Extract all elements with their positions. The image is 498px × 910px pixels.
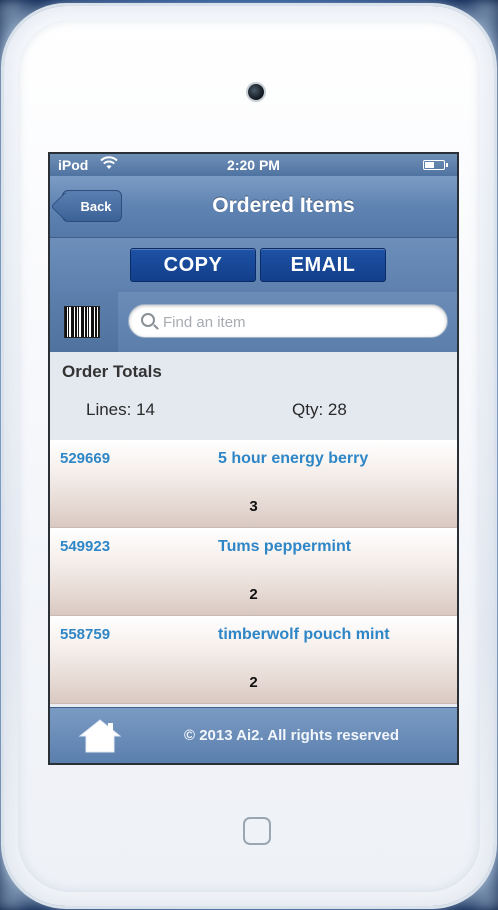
item-code: 529669: [60, 450, 111, 467]
status-bar: iPod 2:20 PM: [50, 154, 457, 176]
ordered-items-list: 529669 5 hour energy berry 3 549923 Tums…: [50, 440, 457, 704]
list-item[interactable]: 549923 Tums peppermint 2: [50, 528, 457, 616]
order-totals: Order Totals Lines: 14 Qty: 28: [50, 352, 457, 440]
list-item[interactable]: 529669 5 hour energy berry 3: [50, 440, 457, 528]
app-screen: iPod 2:20 PM Back Ordered Items COPY EMA…: [48, 152, 459, 765]
item-quantity: 2: [249, 586, 258, 603]
back-button-label: Back: [80, 198, 112, 214]
search-input[interactable]: [163, 312, 433, 332]
item-quantity: 2: [249, 674, 258, 691]
front-camera: [248, 84, 264, 100]
item-name: Tums peppermint: [218, 538, 352, 555]
order-totals-heading: Order Totals: [62, 362, 162, 381]
item-name: 5 hour energy berry: [218, 450, 369, 467]
copy-button[interactable]: COPY: [130, 248, 256, 282]
item-code: 549923: [60, 538, 111, 555]
page-title: Ordered Items: [212, 194, 355, 217]
hardware-home-button[interactable]: [243, 817, 271, 845]
battery-icon: [423, 160, 448, 170]
item-code: 558759: [60, 626, 111, 643]
navigation-bar: Back Ordered Items: [50, 176, 457, 238]
order-lines-count: Lines: 14: [86, 400, 155, 419]
action-toolbar: COPY EMAIL: [50, 238, 457, 292]
email-button[interactable]: EMAIL: [260, 248, 386, 282]
item-quantity: 3: [249, 498, 258, 515]
item-name: timberwolf pouch mint: [218, 626, 390, 643]
status-time: 2:20 PM: [227, 157, 280, 173]
search-icon: [141, 313, 155, 327]
barcode-icon: [64, 306, 100, 338]
footer-bar: © 2013 Ai2. All rights reserved: [50, 707, 457, 763]
search-field[interactable]: [128, 304, 448, 338]
order-qty-count: Qty: 28: [292, 400, 347, 419]
copyright-text: © 2013 Ai2. All rights reserved: [183, 727, 400, 744]
home-icon[interactable]: [78, 718, 122, 754]
search-bar: [50, 292, 457, 352]
barcode-scan-button[interactable]: [50, 292, 118, 352]
list-item[interactable]: 558759 timberwolf pouch mint 2: [50, 616, 457, 704]
